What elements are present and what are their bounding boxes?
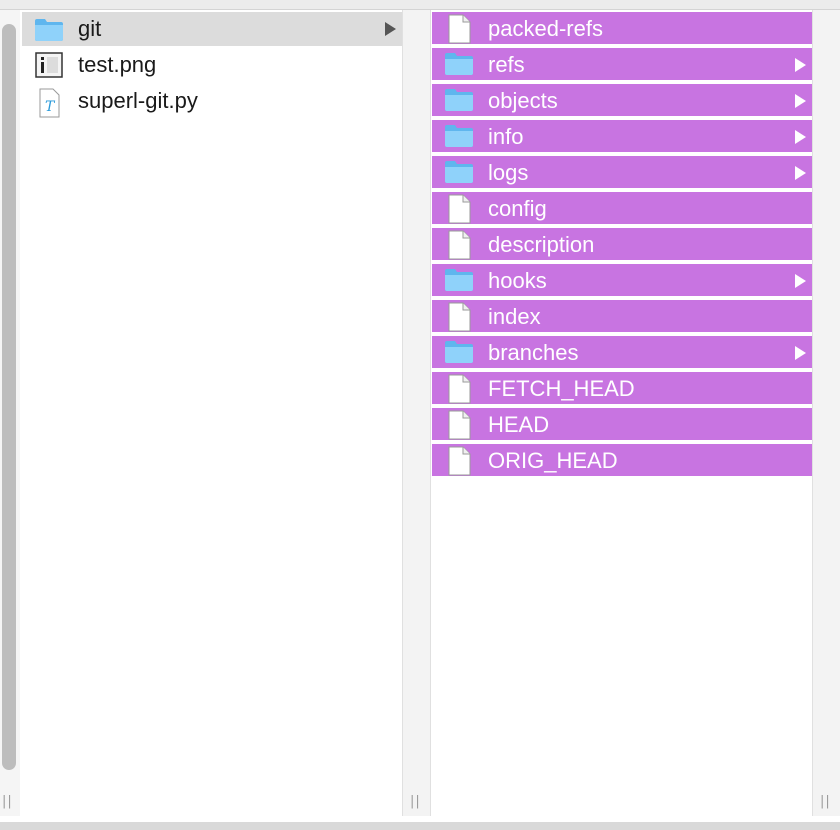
folder-icon xyxy=(34,16,64,42)
item-label: hooks xyxy=(488,268,547,293)
window-top-border xyxy=(0,0,840,10)
document-icon xyxy=(444,230,474,260)
document-icon xyxy=(444,14,474,44)
list-item-branches[interactable]: branches xyxy=(432,336,812,370)
list-item-index[interactable]: index xyxy=(432,300,812,334)
item-label: git xyxy=(78,16,102,41)
document-icon xyxy=(444,374,474,404)
item-label: objects xyxy=(488,88,558,113)
column-separator-line xyxy=(402,10,403,816)
item-label: config xyxy=(488,196,547,221)
item-label: HEAD xyxy=(488,412,550,437)
item-label: FETCH_HEAD xyxy=(488,376,635,401)
list-item-git[interactable]: git xyxy=(22,12,402,46)
list-item-test-png[interactable]: test.png xyxy=(22,48,402,82)
scrollbar-thumb[interactable] xyxy=(2,24,16,770)
browser-column-1: git test.png Tsuperl-git.py xyxy=(22,10,402,816)
disclosure-arrow-icon xyxy=(385,22,396,36)
folder-icon xyxy=(444,266,474,296)
disclosure-arrow-icon xyxy=(795,346,806,360)
folder-icon xyxy=(444,122,474,152)
column-divider-2 xyxy=(812,10,840,816)
disclosure-arrow-icon xyxy=(795,58,806,72)
column-resize-grip[interactable]: || xyxy=(2,794,13,809)
list-item-hooks[interactable]: hooks xyxy=(432,264,812,298)
folder-icon xyxy=(444,86,474,116)
disclosure-arrow-icon xyxy=(795,130,806,144)
document-icon xyxy=(444,194,474,224)
list-item-refs[interactable]: refs xyxy=(432,48,812,82)
list-item-fetch-head[interactable]: FETCH_HEAD xyxy=(432,372,812,406)
folder-icon xyxy=(444,338,474,368)
image-file-icon xyxy=(34,52,64,78)
item-label: test.png xyxy=(78,52,157,77)
vertical-scrollbar[interactable] xyxy=(0,10,20,816)
python-file-icon: T xyxy=(34,88,64,118)
item-label: refs xyxy=(488,52,525,77)
folder-icon xyxy=(444,50,474,80)
document-icon xyxy=(444,410,474,440)
column-divider-1 xyxy=(402,10,430,816)
item-label: packed-refs xyxy=(488,16,603,41)
folder-icon xyxy=(444,158,474,188)
list-item-description[interactable]: description xyxy=(432,228,812,262)
item-label: logs xyxy=(488,160,529,185)
item-label: branches xyxy=(488,340,579,365)
disclosure-arrow-icon xyxy=(795,94,806,108)
list-item-head[interactable]: HEAD xyxy=(432,408,812,442)
disclosure-arrow-icon xyxy=(795,166,806,180)
list-item-logs[interactable]: logs xyxy=(432,156,812,190)
list-item-packed-refs[interactable]: packed-refs xyxy=(432,12,812,46)
list-item-info[interactable]: info xyxy=(432,120,812,154)
item-label: index xyxy=(488,304,541,329)
document-icon xyxy=(444,446,474,476)
item-label: description xyxy=(488,232,595,257)
list-item-config[interactable]: config xyxy=(432,192,812,226)
list-item-objects[interactable]: objects xyxy=(432,84,812,118)
list-item-superl-git-py[interactable]: Tsuperl-git.py xyxy=(22,84,402,118)
horizontal-scrollbar[interactable] xyxy=(0,822,840,830)
document-icon xyxy=(444,302,474,332)
column-separator-line xyxy=(812,10,813,816)
column-resize-grip[interactable]: || xyxy=(410,794,421,809)
disclosure-arrow-icon xyxy=(795,274,806,288)
browser-column-2: packed-refs refs objects info logs config desc… xyxy=(432,10,812,816)
list-item-orig-head[interactable]: ORIG_HEAD xyxy=(432,444,812,478)
item-label: superl-git.py xyxy=(78,88,198,113)
item-label: info xyxy=(488,124,524,149)
column-resize-grip[interactable]: || xyxy=(820,794,831,809)
item-label: ORIG_HEAD xyxy=(488,448,618,473)
column-separator-line xyxy=(430,10,431,816)
